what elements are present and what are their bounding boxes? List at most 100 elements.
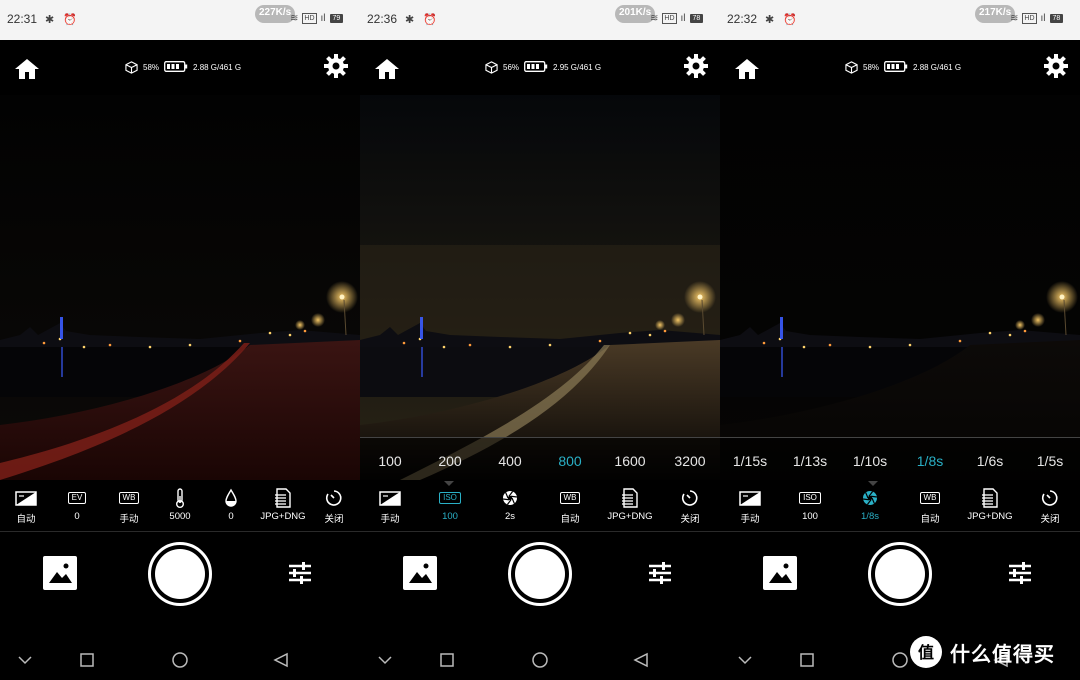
hd-badge: HD xyxy=(662,13,677,24)
nav-recents-button[interactable] xyxy=(798,652,816,668)
param-label: JPG+DNG xyxy=(260,511,306,522)
gallery-button[interactable] xyxy=(43,556,77,590)
home-button[interactable] xyxy=(14,58,40,80)
viewfinder-image[interactable] xyxy=(0,95,360,480)
timer-icon xyxy=(323,487,345,509)
viewfinder[interactable] xyxy=(720,95,1080,480)
param-wb[interactable]: WB 手动 xyxy=(100,487,158,531)
param-exposure[interactable]: 手动 xyxy=(721,487,779,531)
gallery-icon xyxy=(43,556,77,590)
status-bar: 22:31 ✱ ⏰ 227K/s ≋ HD ıl 79 xyxy=(0,0,360,40)
picker-option[interactable]: 1/15s xyxy=(720,453,780,469)
back-triangle-icon xyxy=(273,652,288,668)
picker-option[interactable]: 400 xyxy=(480,453,540,469)
param-wb[interactable]: WB 自动 xyxy=(541,487,599,531)
chevron-down-icon xyxy=(738,656,752,665)
param-thermometer[interactable]: 5000 xyxy=(151,487,209,531)
gallery-icon xyxy=(763,556,797,590)
parameter-bar: 自动 EV 0 WB 手动 5000 0 JPG+DNG 关闭 xyxy=(0,487,360,531)
camera-cube-icon xyxy=(845,61,858,74)
gallery-button[interactable] xyxy=(763,556,797,590)
param-timer[interactable]: 关闭 xyxy=(305,487,360,531)
nav-down-button[interactable] xyxy=(736,652,754,668)
param-exposure[interactable]: 手动 xyxy=(361,487,419,531)
picker-option[interactable]: 200 xyxy=(420,453,480,469)
settings-button[interactable] xyxy=(1044,54,1068,78)
picker-option[interactable]: 1/13s xyxy=(780,453,840,469)
storage-info: 2.88 G/461 G xyxy=(913,63,962,72)
viewfinder[interactable] xyxy=(360,95,720,480)
param-file-format[interactable]: JPG+DNG xyxy=(961,487,1019,531)
thermometer-icon xyxy=(169,487,191,509)
settings-button[interactable] xyxy=(684,54,708,78)
home-button[interactable] xyxy=(374,58,400,80)
param-aperture[interactable]: 1/8s xyxy=(841,487,899,531)
param-label: 自动 xyxy=(920,514,940,525)
picker-option[interactable]: 1/6s xyxy=(960,453,1020,469)
gallery-button[interactable] xyxy=(403,556,437,590)
hd-badge: HD xyxy=(1022,13,1037,24)
nav-back-button[interactable] xyxy=(272,652,290,668)
param-tint[interactable]: 0 xyxy=(202,487,260,531)
exposure-icon xyxy=(739,487,761,509)
camera-screen-3: 22:32 ✱ ⏰ 217K/s ≋ HD ıl 78 58% 2.88 G/461 G 1/15… xyxy=(720,0,1080,680)
picker-option[interactable]: 1/10s xyxy=(840,453,900,469)
param-timer[interactable]: 关闭 xyxy=(1021,487,1079,531)
value-picker[interactable]: 100 200 400 800 1600 3200 xyxy=(360,437,720,486)
ev-icon-tag: EV xyxy=(67,492,87,504)
adjust-button[interactable] xyxy=(1008,562,1032,584)
shutter-button[interactable] xyxy=(148,542,212,606)
param-iso[interactable]: ISO 100 xyxy=(421,487,479,531)
signal-icon: ıl xyxy=(1040,13,1046,24)
android-nav-bar xyxy=(360,640,720,680)
file-format-icon xyxy=(272,487,294,509)
picker-option[interactable]: 1/8s xyxy=(900,453,960,469)
adjust-button[interactable] xyxy=(648,562,672,584)
camera-battery-percent: 58% xyxy=(863,63,880,72)
nav-home-button[interactable] xyxy=(171,652,189,668)
picker-option[interactable]: 800 xyxy=(540,453,600,469)
battery-icon xyxy=(884,61,908,72)
param-label: 5000 xyxy=(169,511,191,522)
param-timer[interactable]: 关闭 xyxy=(661,487,719,531)
param-ev[interactable]: EV 0 xyxy=(48,487,106,531)
settings-button[interactable] xyxy=(324,54,348,78)
viewfinder-image[interactable] xyxy=(360,95,720,480)
camera-cube-icon xyxy=(125,61,138,74)
param-wb[interactable]: WB 自动 xyxy=(901,487,959,531)
picker-option[interactable]: 1/5s xyxy=(1020,453,1080,469)
adjust-button[interactable] xyxy=(288,562,312,584)
status-time: 22:32 xyxy=(727,12,758,26)
param-file-format[interactable]: JPG+DNG xyxy=(601,487,659,531)
nav-recents-button[interactable] xyxy=(78,652,96,668)
picker-option[interactable]: 100 xyxy=(360,453,420,469)
picker-option[interactable]: 1600 xyxy=(600,453,660,469)
picker-option[interactable]: 3200 xyxy=(660,453,720,469)
param-iso[interactable]: ISO 100 xyxy=(781,487,839,531)
shutter-button[interactable] xyxy=(868,542,932,606)
value-picker[interactable]: 1/15s 1/13s 1/10s 1/8s 1/6s 1/5s xyxy=(720,437,1080,486)
watermark-text: 什么值得买 xyxy=(950,643,1055,666)
iso-icon: ISO xyxy=(439,487,461,509)
battery-icon xyxy=(164,61,188,72)
param-exposure[interactable]: 自动 xyxy=(0,487,55,531)
nav-back-button[interactable] xyxy=(632,652,650,668)
nav-down-button[interactable] xyxy=(16,652,34,668)
nav-home-button[interactable] xyxy=(891,652,909,668)
param-aperture[interactable]: 2s xyxy=(481,487,539,531)
nav-home-button[interactable] xyxy=(531,652,549,668)
square-icon xyxy=(80,653,94,667)
shutter-button[interactable] xyxy=(508,542,572,606)
param-file-format[interactable]: JPG+DNG xyxy=(254,487,312,531)
param-label: 自动 xyxy=(560,514,580,525)
android-nav-bar xyxy=(0,640,360,680)
viewfinder[interactable] xyxy=(0,95,360,480)
nav-recents-button[interactable] xyxy=(438,652,456,668)
gallery-icon xyxy=(403,556,437,590)
nav-down-button[interactable] xyxy=(376,652,394,668)
viewfinder-image[interactable] xyxy=(720,95,1080,480)
iso-icon-tag: ISO xyxy=(799,492,821,504)
ev-icon: EV xyxy=(67,487,87,509)
status-icons: ✱ ⏰ xyxy=(765,14,800,26)
home-button[interactable] xyxy=(734,58,760,80)
